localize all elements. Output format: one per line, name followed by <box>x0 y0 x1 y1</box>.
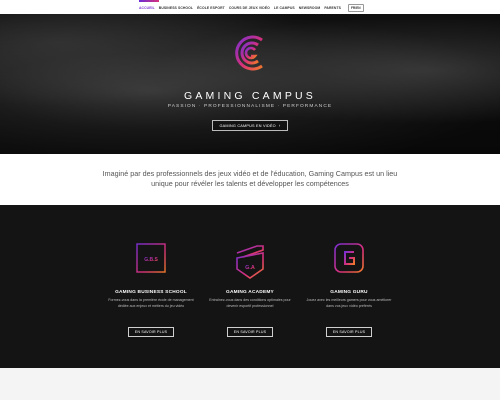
school-description: Jouez avec les meilleurs gamers pour vou… <box>306 298 392 308</box>
guru-badge-text: G <box>349 260 350 262</box>
gbs-badge-text: G.B.S <box>144 257 158 263</box>
site-logo[interactable] <box>139 0 159 2</box>
next-section <box>0 368 500 400</box>
hero-banner: GAMING CAMPUS PASSION · PROFESSIONNALISM… <box>0 14 500 154</box>
arrow-right-icon: › <box>278 123 281 128</box>
gaming-campus-logo-icon <box>235 35 263 71</box>
nav-item-cours-jeux-video[interactable]: COURS DE JEUX VIDÉO <box>229 6 270 10</box>
nav-menu: ACCUEIL BUSINESS SCHOOL ÉCOLE ESPORT COU… <box>139 4 364 12</box>
nav-item-ecole-esport[interactable]: ÉCOLE ESPORT <box>197 6 225 10</box>
guru-badge-icon: G <box>334 243 364 273</box>
video-cta-button[interactable]: GAMING CAMPUS EN VIDÉO › <box>212 120 288 131</box>
school-name: GAMING BUSINESS SCHOOL <box>115 290 187 295</box>
learn-more-button[interactable]: EN SAVOIR PLUS <box>326 327 372 337</box>
hero-tagline: PASSION · PROFESSIONNALISME · PERFORMANC… <box>167 104 333 109</box>
language-switch[interactable]: FR/EN <box>347 4 364 12</box>
nav-item-le-campus[interactable]: LE CAMPUS <box>274 6 295 10</box>
learn-more-button[interactable]: EN SAVOIR PLUS <box>227 327 273 337</box>
nav-item-newsroom[interactable]: NEWSROOM <box>299 6 321 10</box>
nav-item-business-school[interactable]: BUSINESS SCHOOL <box>159 6 193 10</box>
schools-section: G.B.S GAMING BUSINESS SCHOOL Formez-vous… <box>0 205 500 368</box>
hero-title: GAMING CAMPUS <box>183 90 317 102</box>
school-name: GAMING ACADEMY <box>226 290 274 295</box>
school-description: Entraînez-vous dans des conditions optim… <box>209 298 291 308</box>
video-cta-label: GAMING CAMPUS EN VIDÉO <box>219 123 276 128</box>
intro-section: Imaginé par des professionnels des jeux … <box>0 154 500 205</box>
ga-shield-icon: G.A <box>236 245 264 279</box>
top-navigation: ACCUEIL BUSINESS SCHOOL ÉCOLE ESPORT COU… <box>0 0 500 14</box>
nav-item-accueil[interactable]: ACCUEIL <box>139 6 155 10</box>
gbs-badge-icon: G.B.S <box>136 243 166 273</box>
intro-text: Imaginé par des professionnels des jeux … <box>102 169 398 188</box>
nav-item-parents[interactable]: PARENTS <box>324 6 341 10</box>
school-name: GAMING GURU <box>330 290 368 295</box>
ga-badge-text: G.A <box>245 265 255 271</box>
school-description: Formez-vous dans la première école de ma… <box>108 298 194 308</box>
learn-more-button[interactable]: EN SAVOIR PLUS <box>128 327 174 337</box>
